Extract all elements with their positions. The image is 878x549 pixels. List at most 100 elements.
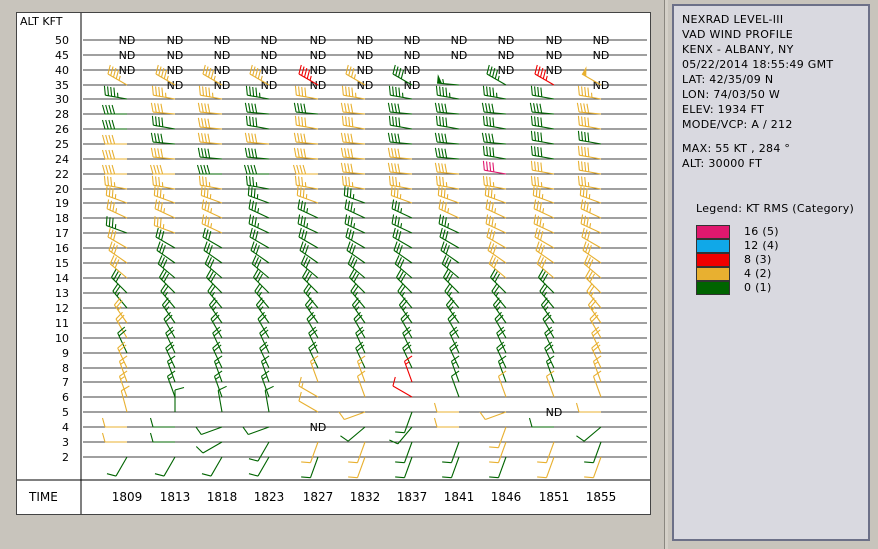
wind-barb — [577, 175, 602, 190]
time-tick-label: 1813 — [160, 490, 191, 504]
wind-barb — [294, 175, 319, 190]
wind-barb — [195, 441, 223, 454]
wind-barb — [482, 85, 507, 100]
wind-barb — [101, 134, 127, 145]
wind-barb — [537, 456, 555, 479]
nd-label: ND — [546, 34, 563, 47]
wind-barb — [435, 175, 460, 190]
nd-label: ND — [357, 34, 374, 47]
legend-swatch — [696, 225, 730, 239]
wind-barb — [198, 175, 223, 190]
nd-label: ND — [167, 79, 184, 92]
wind-profile-svg: 5045403530282625242220191817161514131211… — [17, 13, 650, 514]
chart-frame: 50 45 40 35 30 28 26 25 24 22 20 19 18 17 16 15 14 13 12 11… — [0, 0, 665, 549]
altitude-tick-label: 19 — [55, 197, 69, 210]
wind-barb — [449, 341, 460, 369]
time-tick-label: 1818 — [207, 490, 238, 504]
wind-barb — [496, 341, 507, 369]
time-tick-label: 1846 — [491, 490, 522, 504]
legend-label: 0 (1) — [744, 281, 772, 294]
wind-barb — [584, 441, 602, 464]
altitude-tick-label: 11 — [55, 317, 69, 330]
altitude-tick-label: 12 — [55, 302, 69, 315]
wind-barb — [489, 456, 507, 479]
nd-label: ND — [167, 64, 184, 77]
nd-label: ND — [404, 49, 421, 62]
wind-barb — [435, 115, 460, 130]
nd-label: ND — [214, 79, 231, 92]
wind-barb — [103, 175, 128, 190]
wind-barb — [489, 441, 507, 464]
wind-barb — [356, 370, 366, 398]
wind-barb — [545, 370, 555, 398]
wind-barb — [154, 456, 176, 477]
nd-label: ND — [546, 49, 563, 62]
wind-barb — [577, 160, 602, 175]
wind-barb — [388, 175, 413, 190]
nd-label: ND — [310, 64, 327, 77]
wind-barb — [150, 147, 176, 160]
wind-barb — [544, 341, 555, 369]
wind-barb — [442, 456, 460, 479]
wind-barb — [245, 175, 270, 190]
altitude-tick-label: 16 — [55, 242, 69, 255]
altitude-tick-label: 28 — [55, 108, 69, 121]
nd-label: ND — [167, 34, 184, 47]
wind-barb — [482, 115, 507, 130]
station-name: KENX - ALBANY, NY — [682, 43, 794, 56]
wind-profile-chart: 50 45 40 35 30 28 26 25 24 22 20 19 18 17 16 15 14 13 12 11… — [16, 12, 651, 515]
wind-barb — [402, 341, 413, 369]
wind-barb — [387, 162, 413, 175]
nd-label: ND — [451, 34, 468, 47]
wind-barb — [340, 132, 366, 145]
wind-barb — [195, 426, 223, 436]
legend-label: 4 (2) — [744, 267, 772, 280]
legend-label: 16 (5) — [744, 225, 779, 238]
wind-barb — [197, 117, 223, 130]
wind-barb — [298, 376, 319, 398]
nd-label: ND — [451, 49, 468, 62]
wind-barb — [528, 417, 554, 428]
wind-barb — [243, 164, 269, 175]
altitude-tick-label: 17 — [55, 227, 69, 240]
wind-barb — [341, 115, 366, 130]
wind-barb — [482, 145, 507, 160]
wind-barb — [174, 386, 185, 412]
wind-barb — [308, 341, 319, 369]
wind-barb — [149, 164, 175, 175]
wind-barb — [212, 341, 223, 369]
datetime: 05/22/2014 18:55:49 GMT — [682, 58, 834, 71]
wind-barb — [101, 149, 127, 160]
nd-label: ND — [357, 64, 374, 77]
altitude-tick-label: 14 — [55, 272, 69, 285]
x-axis-label: TIME — [28, 490, 58, 504]
wind-barb — [248, 441, 270, 462]
altitude-tick-label: 40 — [55, 64, 69, 77]
altitude-tick-label: 25 — [55, 138, 69, 151]
nd-label: ND — [357, 49, 374, 62]
wind-barb — [301, 441, 319, 464]
longitude: LON: 74/03/50 W — [682, 88, 781, 101]
altitude-tick-label: 3 — [62, 436, 69, 449]
max-altitude: ALT: 30000 FT — [682, 157, 763, 170]
wind-barb — [434, 102, 460, 115]
wind-barb — [591, 341, 602, 369]
wind-barb — [530, 175, 555, 190]
nd-label: ND — [310, 79, 327, 92]
wind-barb — [196, 164, 222, 175]
wind-barb — [434, 132, 460, 145]
wind-barb — [592, 370, 602, 398]
product-name: VAD WIND PROFILE — [682, 28, 794, 41]
wind-barb — [149, 432, 175, 443]
nd-label: ND — [214, 34, 231, 47]
wind-barb — [577, 130, 602, 145]
nd-label: ND — [593, 79, 610, 92]
legend-title: Legend: KT RMS (Category) — [696, 202, 855, 215]
wind-barb — [101, 432, 127, 443]
wind-barb — [293, 132, 319, 145]
wind-barb — [242, 426, 270, 436]
wind-barb — [479, 411, 507, 421]
nd-label: ND — [498, 49, 515, 62]
wind-barb — [340, 147, 366, 160]
wind-barb — [435, 85, 460, 100]
